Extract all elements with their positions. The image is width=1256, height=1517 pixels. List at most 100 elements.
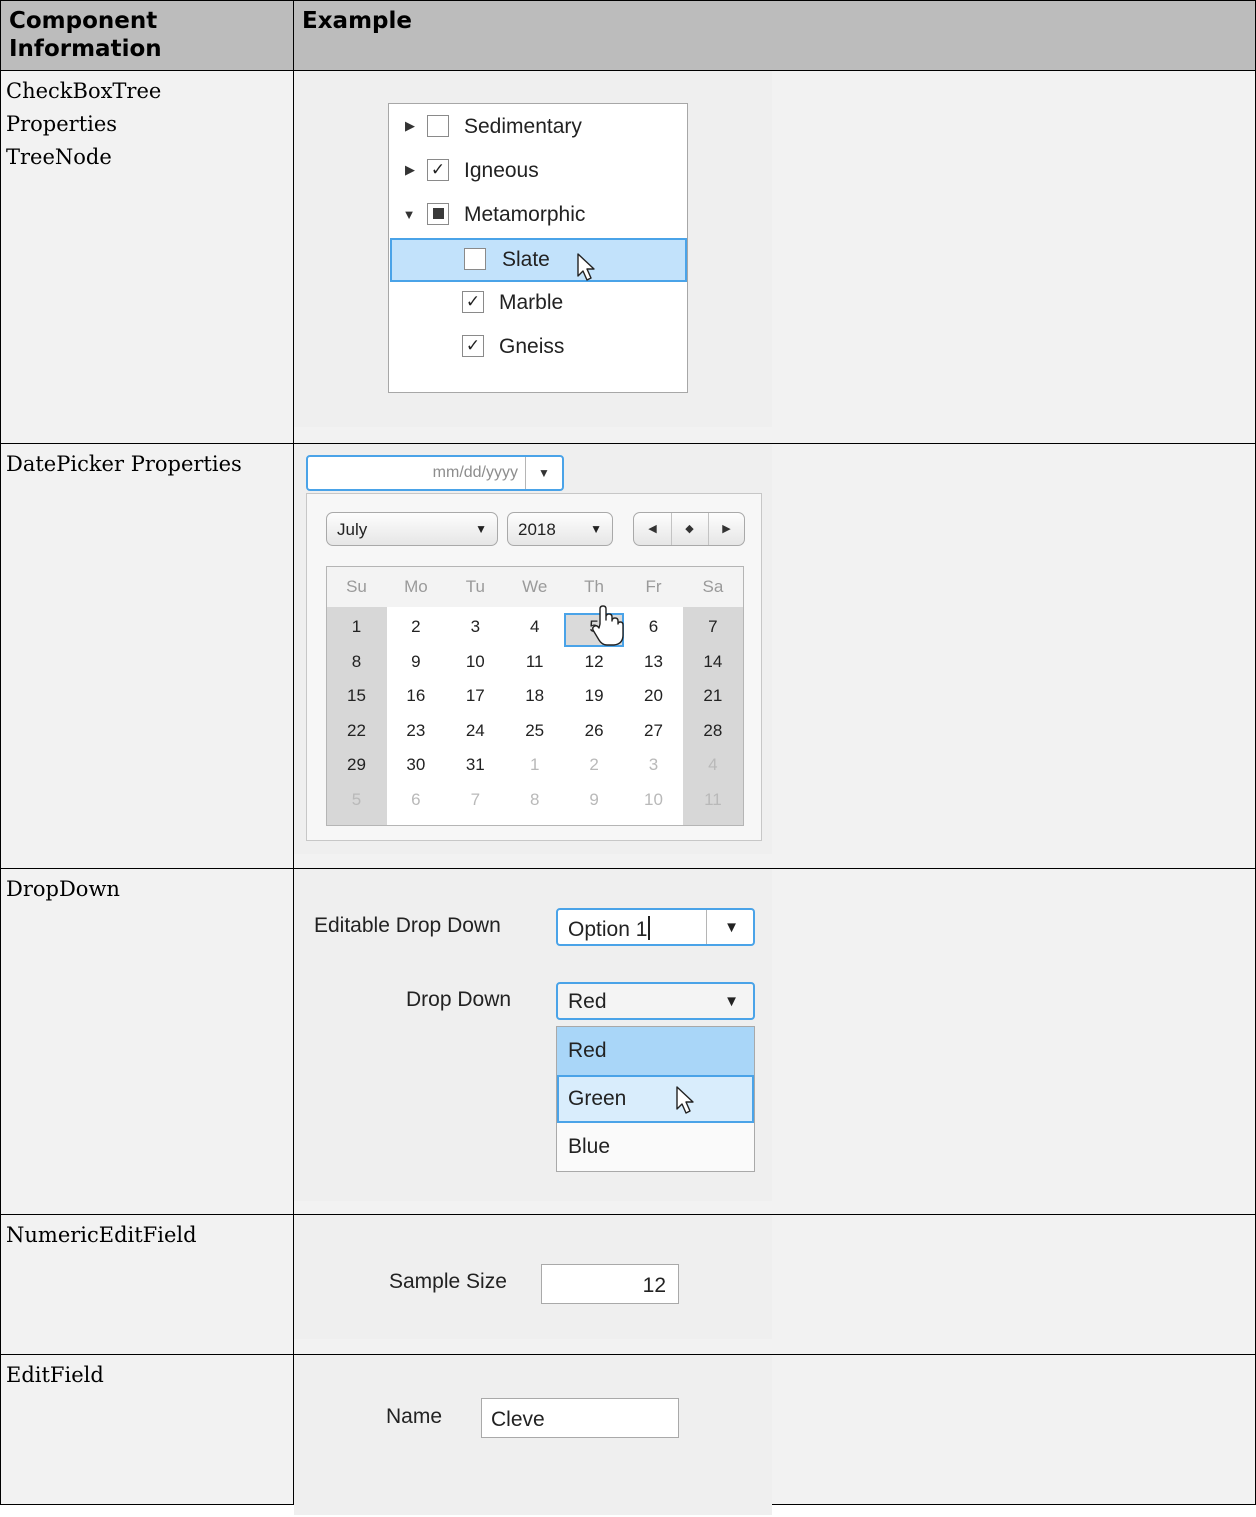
calendar-day[interactable]: 7 — [683, 617, 742, 637]
weekday-label: Su — [346, 577, 367, 596]
row-info-numeric-edit-field: NumericEditField — [0, 1214, 294, 1355]
dropdown-option-blue[interactable]: Blue — [557, 1123, 754, 1171]
caret-right-icon[interactable]: ▶ — [403, 118, 417, 134]
caret-down-icon[interactable]: ▼ — [525, 457, 562, 489]
link-datepicker-properties[interactable]: DatePicker Properties — [6, 448, 288, 481]
calendar-day[interactable]: 25 — [505, 721, 564, 741]
calendar-day[interactable]: 3 — [624, 755, 683, 775]
link-dropdown[interactable]: DropDown — [6, 873, 288, 906]
hand-pointer-icon — [592, 605, 624, 646]
caret-down-icon: ▼ — [475, 522, 487, 536]
calendar-day[interactable]: 15 — [327, 686, 386, 706]
year-select[interactable]: 2018 ▼ — [507, 512, 613, 546]
editable-dropdown[interactable]: Option 1 ▼ — [556, 908, 755, 946]
month-value: July — [337, 520, 368, 539]
checkbox-tree[interactable]: ▶ Sedimentary ▶ ✓ Igneous ▼ Metamorphic … — [388, 103, 688, 393]
calendar-day[interactable]: 21 — [683, 686, 742, 706]
calendar-day[interactable]: 29 — [327, 755, 386, 775]
calendar-day[interactable]: 9 — [386, 652, 445, 672]
text-cursor — [648, 916, 651, 940]
tree-node-marble[interactable]: ✓ Marble — [389, 283, 687, 323]
editfield-demo-panel: Name Cleve — [294, 1355, 772, 1515]
calendar-day[interactable]: 16 — [386, 686, 445, 706]
sample-size-label: Sample Size — [389, 1270, 507, 1293]
dropdown-demo-panel: Editable Drop Down Option 1 ▼ Drop Down … — [294, 869, 772, 1201]
name-value: Cleve — [491, 1408, 545, 1431]
month-navigation: ◀ ◆ ▶ — [633, 512, 745, 546]
calendar-day[interactable]: 30 — [386, 755, 445, 775]
caret-down-icon[interactable]: ▼ — [724, 919, 739, 936]
link-properties[interactable]: Properties — [6, 108, 288, 141]
calendar-day[interactable]: 18 — [505, 686, 564, 706]
calendar-day[interactable]: 10 — [446, 652, 505, 672]
calendar-day[interactable]: 2 — [565, 755, 624, 775]
calendar-day[interactable]: 28 — [683, 721, 742, 741]
calendar-day[interactable]: 14 — [683, 652, 742, 672]
node-checkbox[interactable]: ✓ — [462, 291, 484, 313]
calendar-day[interactable]: 3 — [446, 617, 505, 637]
dropdown-option-red[interactable]: Red — [557, 1027, 754, 1075]
previous-icon[interactable]: ◀ — [634, 513, 672, 545]
mouse-pointer-icon — [676, 1086, 694, 1114]
calendar-day[interactable]: 12 — [565, 652, 624, 672]
calendar-day[interactable]: 8 — [327, 652, 386, 672]
dropdown-option-green[interactable]: Green — [557, 1075, 754, 1123]
example-edit-field: Name Cleve — [293, 1354, 1256, 1515]
node-label: Marble — [499, 291, 564, 314]
link-treenode[interactable]: TreeNode — [6, 141, 288, 174]
node-checkbox[interactable] — [464, 248, 486, 270]
calendar-day[interactable]: 7 — [446, 790, 505, 810]
calendar-day[interactable]: 4 — [505, 617, 564, 637]
today-icon[interactable]: ◆ — [671, 513, 709, 545]
calendar-day[interactable]: 23 — [386, 721, 445, 741]
calendar-day[interactable]: 26 — [565, 721, 624, 741]
calendar-day[interactable]: 6 — [386, 790, 445, 810]
tree-node-slate[interactable]: Slate — [390, 238, 687, 282]
calendar-day[interactable]: 19 — [565, 686, 624, 706]
calendar-day[interactable]: 20 — [624, 686, 683, 706]
calendar-day[interactable]: 1 — [327, 617, 386, 637]
calendar-day[interactable]: 1 — [505, 755, 564, 775]
calendar-day[interactable]: 17 — [446, 686, 505, 706]
node-checkbox[interactable]: ✓ — [462, 335, 484, 357]
caret-right-icon[interactable]: ▶ — [403, 162, 417, 178]
calendar-day[interactable]: 11 — [683, 790, 742, 810]
tree-node-gneiss[interactable]: ✓ Gneiss — [389, 327, 687, 367]
calendar-day[interactable]: 2 — [386, 617, 445, 637]
calendar-day[interactable]: 24 — [446, 721, 505, 741]
tree-node-metamorphic[interactable]: ▼ Metamorphic — [389, 195, 687, 235]
calendar-day[interactable]: 9 — [565, 790, 624, 810]
node-checkbox[interactable]: ✓ — [427, 159, 449, 181]
calendar-day[interactable]: 4 — [683, 755, 742, 775]
calendar-day[interactable]: 5 — [327, 790, 386, 810]
dropdown-options-list: Red Green Blue — [556, 1026, 755, 1172]
calendar-day[interactable]: 8 — [505, 790, 564, 810]
weekday-label: We — [522, 577, 548, 596]
next-icon[interactable]: ▶ — [708, 513, 745, 545]
example-datepicker: mm/dd/yyyy ▼ July ▼ 2018 ▼ ◀ ◆ ▶ Su Mo T… — [293, 443, 1256, 869]
calendar-day[interactable]: 27 — [624, 721, 683, 741]
calendar-day[interactable]: 22 — [327, 721, 386, 741]
link-checkboxtree[interactable]: CheckBoxTree — [6, 75, 288, 108]
editable-dropdown-label: Editable Drop Down — [314, 914, 501, 937]
month-select[interactable]: July ▼ — [326, 512, 498, 546]
sample-size-field[interactable]: 12 — [541, 1264, 679, 1304]
tree-node-igneous[interactable]: ▶ ✓ Igneous — [389, 151, 687, 191]
node-checkbox-partial[interactable] — [427, 203, 449, 225]
calendar-day[interactable]: 13 — [624, 652, 683, 672]
link-editfield[interactable]: EditField — [6, 1359, 288, 1392]
caret-down-icon[interactable]: ▼ — [402, 207, 416, 222]
row-info-checkbox-tree: CheckBoxTree Properties TreeNode — [0, 70, 294, 444]
dropdown[interactable]: Red ▼ — [556, 982, 755, 1020]
node-checkbox[interactable] — [427, 115, 449, 137]
link-numericeditfield[interactable]: NumericEditField — [6, 1219, 288, 1252]
date-input[interactable]: mm/dd/yyyy ▼ — [306, 455, 564, 491]
column-header-example: Example — [293, 0, 1256, 71]
calendar-day[interactable]: 10 — [624, 790, 683, 810]
caret-down-icon: ▼ — [590, 522, 602, 536]
name-field[interactable]: Cleve — [481, 1398, 679, 1438]
tree-node-sedimentary[interactable]: ▶ Sedimentary — [389, 107, 687, 147]
calendar-day[interactable]: 11 — [505, 652, 564, 672]
calendar-day[interactable]: 31 — [446, 755, 505, 775]
calendar-day[interactable]: 6 — [624, 617, 683, 637]
